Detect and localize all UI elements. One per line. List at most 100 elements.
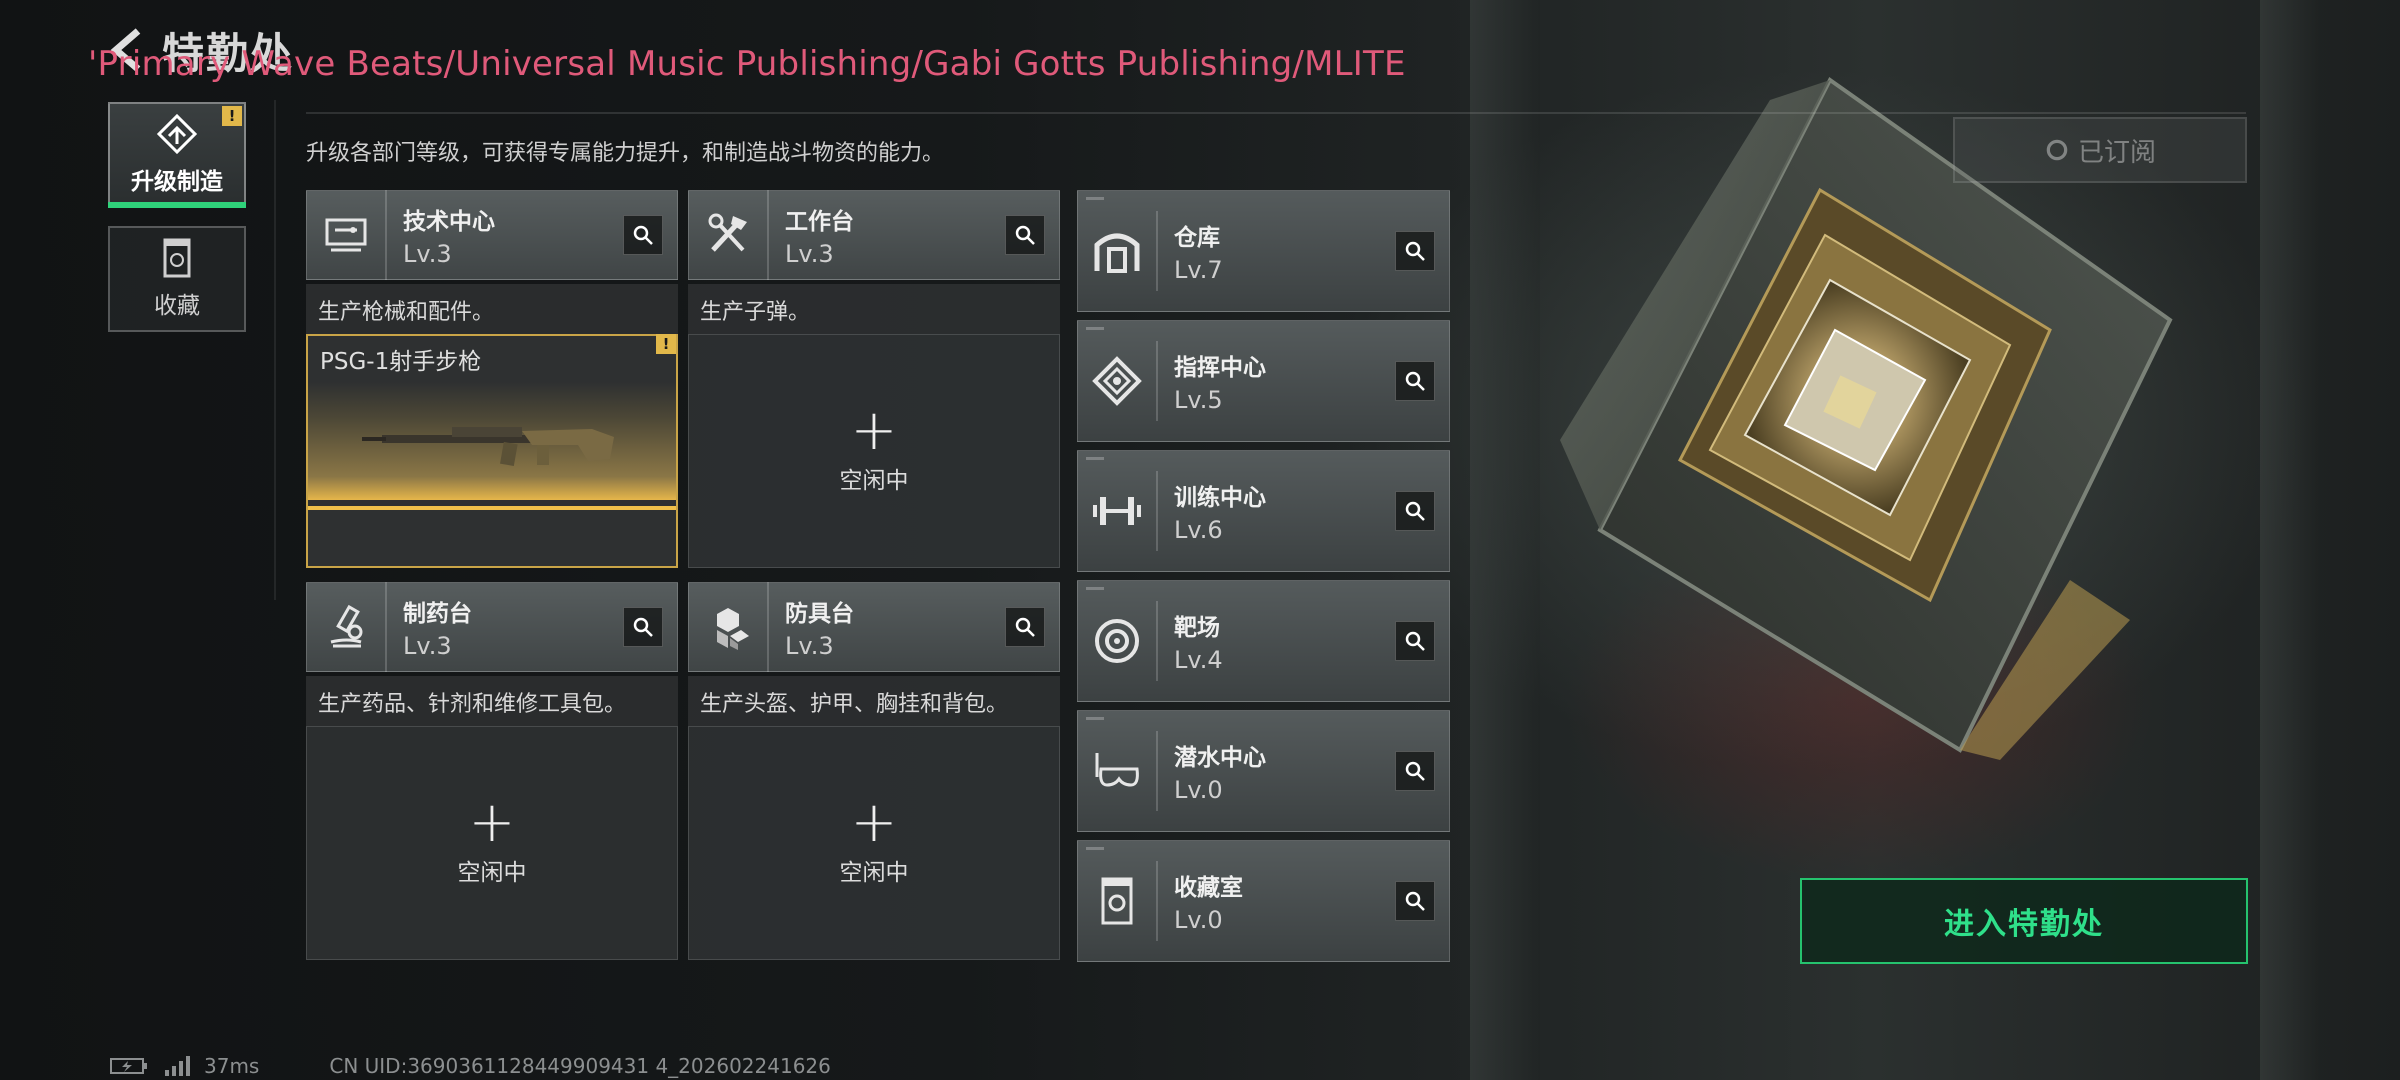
signal-icon (165, 1056, 190, 1076)
station-level: Lv.3 (403, 632, 452, 660)
slot-status: 空闲中 (839, 468, 909, 494)
add-icon: + (850, 790, 898, 855)
magnifier-icon (1015, 617, 1035, 637)
magnifier-icon (1405, 241, 1425, 261)
add-icon: + (468, 790, 516, 855)
inspect-button[interactable] (1395, 491, 1435, 531)
department-name: 收藏室 (1174, 875, 1243, 901)
user-uid: CN UID:3690361128449909431 4_20260224162… (329, 1054, 831, 1078)
bg-pillar (2260, 0, 2320, 1080)
station-level: Lv.3 (403, 240, 452, 268)
department-collection-room[interactable]: 收藏室 Lv.0 (1077, 840, 1450, 962)
inspect-button[interactable] (1395, 881, 1435, 921)
sidebar-divider (274, 100, 276, 600)
production-slot-idle[interactable]: + 空闲中 (688, 334, 1060, 568)
producing-item-name: PSG-1射手步枪 (320, 349, 482, 375)
department-level: Lv.7 (1174, 256, 1223, 284)
department-name: 潜水中心 (1174, 745, 1266, 771)
station-header[interactable]: 工作台 Lv.3 (688, 190, 1060, 280)
status-bar: 37ms CN UID:3690361128449909431 4_202602… (110, 1054, 831, 1078)
station-description: 生产枪械和配件。 (306, 284, 678, 334)
inspect-button[interactable] (623, 215, 663, 255)
station-level: Lv.3 (785, 240, 834, 268)
department-shooting-range[interactable]: 靶场 Lv.4 (1077, 580, 1450, 702)
inspect-button[interactable] (1395, 361, 1435, 401)
magnifier-icon (1405, 631, 1425, 651)
training-center-icon (1078, 471, 1158, 551)
station-name: 制药台 (403, 601, 472, 627)
magnifier-icon (633, 225, 653, 245)
department-level: Lv.5 (1174, 386, 1223, 414)
department-name: 指挥中心 (1174, 355, 1266, 381)
production-slot-idle[interactable]: + 空闲中 (306, 726, 678, 960)
subscribed-label: 已订阅 (2077, 137, 2156, 168)
department-level: Lv.6 (1174, 516, 1223, 544)
magnifier-icon (1015, 225, 1035, 245)
tech-center-icon (307, 190, 387, 280)
station-description: 生产头盔、护甲、胸挂和背包。 (688, 676, 1060, 726)
magnifier-icon (633, 617, 653, 637)
enter-special-ops-button[interactable]: 进入特勤处 (1800, 878, 2248, 964)
station-name: 工作台 (785, 209, 854, 235)
inspect-button[interactable] (1005, 215, 1045, 255)
ping-value: 37ms (204, 1054, 260, 1078)
magnifier-icon (1405, 761, 1425, 781)
corner-mark (1086, 717, 1104, 720)
department-name: 仓库 (1174, 225, 1220, 251)
warehouse-icon (1078, 211, 1158, 291)
station-name: 防具台 (785, 601, 854, 627)
enter-label: 进入特勤处 (1944, 907, 2104, 942)
department-name: 靶场 (1174, 615, 1220, 641)
station-description: 生产子弹。 (688, 284, 1060, 334)
diving-center-icon (1078, 731, 1158, 811)
station-description: 生产药品、针剂和维修工具包。 (306, 676, 678, 726)
tab-upgrade-production[interactable]: ! 升级制造 (108, 102, 246, 208)
department-diving-center[interactable]: 潜水中心 Lv.0 (1077, 710, 1450, 832)
production-progress-bar (308, 506, 676, 510)
add-icon: + (850, 398, 898, 463)
tab-label: 收藏 (154, 293, 200, 319)
corner-mark (1086, 197, 1104, 200)
page-description: 升级各部门等级，可获得专属能力提升，和制造战斗物资的能力。 (306, 141, 945, 166)
department-command-center[interactable]: 指挥中心 Lv.5 (1077, 320, 1450, 442)
slot-status: 空闲中 (457, 860, 527, 886)
station-tech-center: 技术中心 Lv.3 生产枪械和配件。 ! PSG-1射手步枪 (306, 190, 678, 568)
alert-badge: ! (656, 334, 676, 354)
bell-icon (2046, 139, 2068, 161)
collection-room-icon (1078, 861, 1158, 941)
tab-collection[interactable]: 收藏 (108, 226, 246, 332)
tab-label: 升级制造 (131, 169, 223, 195)
department-warehouse[interactable]: 仓库 Lv.7 (1077, 190, 1450, 312)
magnifier-icon (1405, 891, 1425, 911)
magnifier-icon (1405, 501, 1425, 521)
station-name: 技术中心 (403, 209, 495, 235)
department-level: Lv.0 (1174, 906, 1223, 934)
inspect-button[interactable] (1395, 231, 1435, 271)
shooting-range-icon (1078, 601, 1158, 681)
inspect-button[interactable] (623, 607, 663, 647)
production-slot-idle[interactable]: + 空闲中 (688, 726, 1060, 960)
station-header[interactable]: 防具台 Lv.3 (688, 582, 1060, 672)
pharmacy-icon (307, 582, 387, 672)
collection-icon (163, 238, 191, 278)
inspect-button[interactable] (1005, 607, 1045, 647)
department-level: Lv.0 (1174, 776, 1223, 804)
production-slot-active[interactable]: ! PSG-1射手步枪 (306, 334, 678, 568)
corner-mark (1086, 327, 1104, 330)
alert-badge: ! (222, 106, 242, 126)
battery-icon (110, 1058, 147, 1074)
subscribed-button[interactable]: 已订阅 (1953, 117, 2247, 183)
corner-mark (1086, 847, 1104, 850)
header-divider (306, 112, 2246, 114)
station-armor-bench: 防具台 Lv.3 生产头盔、护甲、胸挂和背包。 + 空闲中 (688, 582, 1060, 960)
department-training-center[interactable]: 训练中心 Lv.6 (1077, 450, 1450, 572)
inspect-button[interactable] (1395, 621, 1435, 661)
station-workbench: 工作台 Lv.3 生产子弹。 + 空闲中 (688, 190, 1060, 568)
station-header[interactable]: 制药台 Lv.3 (306, 582, 678, 672)
corner-mark (1086, 457, 1104, 460)
station-header[interactable]: 技术中心 Lv.3 (306, 190, 678, 280)
station-level: Lv.3 (785, 632, 834, 660)
inspect-button[interactable] (1395, 751, 1435, 791)
rifle-image (308, 382, 676, 500)
department-level: Lv.4 (1174, 646, 1223, 674)
